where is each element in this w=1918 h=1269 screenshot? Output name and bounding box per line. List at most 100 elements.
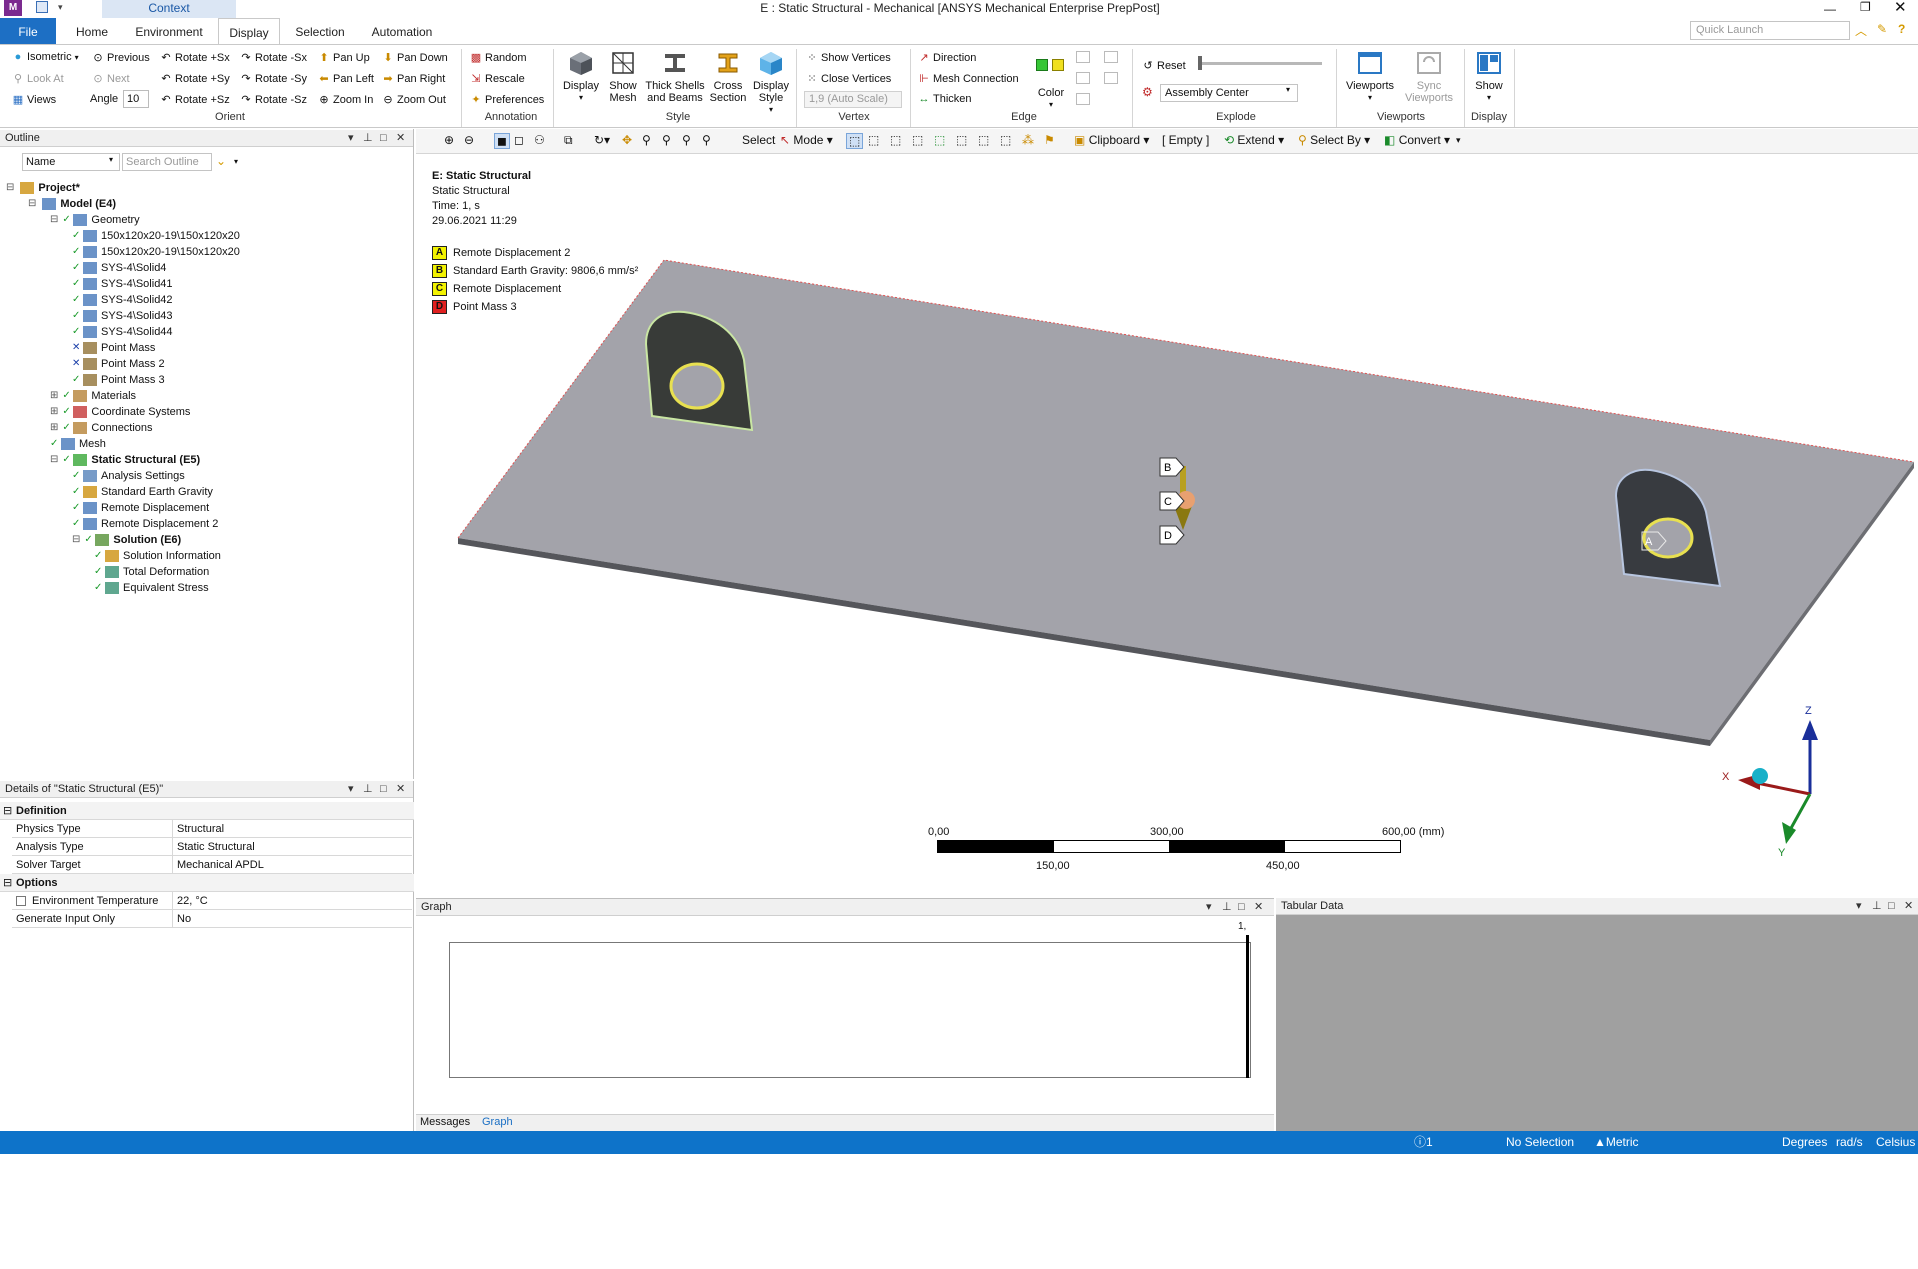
preferences-button[interactable]: ✦ Preferences xyxy=(470,93,544,107)
tree-item[interactable]: ✓ Remote Displacement 2 xyxy=(72,516,218,532)
tab-selection[interactable]: Selection xyxy=(288,18,352,44)
expand-icon[interactable]: ⊞ xyxy=(50,404,58,420)
rotate-plus-sx-button[interactable]: ↶ Rotate +Sx xyxy=(160,51,229,65)
explode-options-icon[interactable]: ⚙ xyxy=(1142,85,1156,99)
select-mesh-icon[interactable]: ⬚ xyxy=(1000,133,1011,147)
pin-icon[interactable]: ⊥ xyxy=(363,781,373,798)
tree-item[interactable]: ✓ 150x120x20-19\150x120x20 xyxy=(72,228,240,244)
clipboard-button[interactable]: ▣ Clipboard ▾ xyxy=(1074,133,1149,147)
close-icon[interactable]: ✕ xyxy=(396,781,405,798)
edge-option-icon[interactable] xyxy=(1076,72,1090,84)
close-icon[interactable]: ✕ xyxy=(396,130,405,147)
tree-item[interactable]: ⊞ ✓ Materials xyxy=(50,388,136,404)
next-button[interactable]: ⊙ Next xyxy=(92,72,129,86)
tree-item[interactable]: ✕ Point Mass 2 xyxy=(72,356,165,372)
minimize-icon[interactable]: — xyxy=(1824,2,1836,16)
parameter-checkbox[interactable] xyxy=(16,896,26,906)
tree-item[interactable]: ✕ Point Mass xyxy=(72,340,155,356)
maximize-icon[interactable]: □ xyxy=(380,781,387,798)
expand-icon[interactable]: ▾ xyxy=(234,157,238,166)
magnifier-icon[interactable]: ⚲ xyxy=(702,133,711,147)
rotate-plus-sy-button[interactable]: ↶ Rotate +Sy xyxy=(160,72,229,86)
pin-icon[interactable]: ⊥ xyxy=(1872,898,1882,915)
view-icon[interactable]: ⚇ xyxy=(534,133,545,147)
details-section-definition[interactable]: ⊟ Definition xyxy=(0,802,414,820)
pan-right-button[interactable]: ➡ Pan Right xyxy=(382,72,445,86)
tree-item[interactable]: ✓ 150x120x20-19\150x120x20 xyxy=(72,244,240,260)
chevron-up-icon[interactable]: ︿ xyxy=(1855,22,1867,39)
tree-item[interactable]: ✓ Point Mass 3 xyxy=(72,372,165,388)
select-edge-icon[interactable]: ⬚ xyxy=(868,133,879,147)
sync-viewports-button[interactable]: Sync Viewports xyxy=(1400,49,1458,104)
details-section-options[interactable]: ⊟ Options xyxy=(0,874,414,892)
save-icon[interactable] xyxy=(36,1,48,13)
collapse-icon[interactable]: ⊟ xyxy=(6,180,14,196)
look-at-button[interactable]: ⚲ Look At xyxy=(12,72,64,86)
tab-messages[interactable]: Messages xyxy=(420,1116,470,1128)
zoom-fit-icon[interactable]: ⚲ xyxy=(682,133,691,147)
isometric-button[interactable]: ● Isometric ▾ xyxy=(12,51,79,63)
rotate-view-icon[interactable]: ↻▾ xyxy=(594,133,610,147)
rotate-minus-sy-button[interactable]: ↷ Rotate -Sy xyxy=(240,72,307,86)
random-button[interactable]: ▩ Random xyxy=(470,51,527,65)
color-button[interactable]: Color ▾ xyxy=(1034,87,1068,111)
close-icon[interactable]: ✕ xyxy=(1904,898,1913,915)
tree-item[interactable]: ✓ Total Deformation xyxy=(94,564,209,580)
details-row-generate-input-only[interactable]: Generate Input Only No xyxy=(12,910,412,928)
select-face-icon[interactable]: ⬚ xyxy=(890,133,901,147)
select-vertex-icon[interactable]: ⬚ xyxy=(846,133,864,149)
rotate-minus-sz-button[interactable]: ↷ Rotate -Sz xyxy=(240,93,307,107)
pan-up-button[interactable]: ⬆ Pan Up xyxy=(318,51,369,65)
show-button[interactable]: Show ▾ xyxy=(1470,49,1508,104)
reset-button[interactable]: ↺ Reset xyxy=(1142,59,1185,73)
mesh-connection-button[interactable]: ⊩ Mesh Connection xyxy=(918,72,1018,86)
zoom-in-button[interactable]: ⊕ Zoom In xyxy=(318,93,373,107)
assembly-center-select[interactable]: Assembly Center xyxy=(1160,84,1298,102)
edge-option-icon[interactable] xyxy=(1076,93,1090,105)
thicken-button[interactable]: ↔ Thicken xyxy=(918,93,972,105)
zoom-icon[interactable]: ⚲ xyxy=(642,133,651,147)
edge-option-icon[interactable] xyxy=(1104,72,1118,84)
pan-icon[interactable]: ✥ xyxy=(622,133,632,147)
maximize-icon[interactable]: □ xyxy=(1238,899,1245,916)
tree-item[interactable]: ✓ Equivalent Stress xyxy=(94,580,209,596)
box-select-icon[interactable]: ⧉ xyxy=(564,133,573,148)
collapse-icon[interactable]: ⊟ xyxy=(50,452,58,468)
extend-button[interactable]: ⟲ Extend ▾ xyxy=(1224,133,1284,147)
select-element-icon[interactable]: ⬚ xyxy=(956,133,967,147)
explode-slider-handle[interactable] xyxy=(1198,56,1202,70)
select-tool-icon[interactable]: ⚑ xyxy=(1044,133,1055,147)
edge-option-icon[interactable] xyxy=(1076,51,1090,63)
show-vertices-button[interactable]: ⁘ Show Vertices xyxy=(806,51,890,65)
dropdown-icon[interactable]: ▾ xyxy=(1206,899,1212,916)
cross-section-button[interactable]: Cross Section xyxy=(708,49,748,104)
select-node-icon[interactable]: ⬚ xyxy=(934,133,945,147)
rescale-button[interactable]: ⇲ Rescale xyxy=(470,72,524,86)
units-selector[interactable]: ▲ Metric (mm, kg, N, s, mV, mA) xyxy=(1594,1131,1639,1264)
quick-access-dropdown-icon[interactable]: ▾ xyxy=(58,2,63,13)
tree-item[interactable]: ✓ Analysis Settings xyxy=(72,468,185,484)
dropdown-icon[interactable]: ▾ xyxy=(348,130,354,147)
graphics-viewport[interactable]: E: Static Structural Static Structural T… xyxy=(416,154,1918,898)
tab-file[interactable]: File xyxy=(0,18,56,44)
zoom-out-button[interactable]: ⊖ Zoom Out xyxy=(382,93,446,107)
edge-color-yellow-swatch[interactable] xyxy=(1052,59,1064,71)
wireframe-icon[interactable]: ◻ xyxy=(514,133,524,147)
tree-item[interactable]: ⊞ ✓ Connections xyxy=(50,420,153,436)
expand-icon[interactable]: ⊞ xyxy=(50,420,58,436)
details-row-analysis-type[interactable]: Analysis Type Static Structural xyxy=(12,838,412,856)
tree-item[interactable]: ⊟ ✓ Geometry xyxy=(50,212,140,228)
select-element-face-icon[interactable]: ⬚ xyxy=(978,133,989,147)
display-style-button[interactable]: Display Style ▾ xyxy=(750,49,792,116)
tree-item[interactable]: ✓ SYS-4\Solid42 xyxy=(72,292,173,308)
rotational-velocity-units[interactable]: rad/s xyxy=(1836,1131,1863,1154)
collapse-icon[interactable]: ⊟ xyxy=(28,196,36,212)
pin-icon[interactable]: ⊥ xyxy=(363,130,373,147)
restore-icon[interactable]: ❐ xyxy=(1860,0,1871,14)
triad-origin-ball[interactable] xyxy=(1752,768,1768,784)
pan-left-button[interactable]: ⬅ Pan Left xyxy=(318,72,374,86)
tab-environment[interactable]: Environment xyxy=(128,18,210,44)
temperature-units[interactable]: Celsius xyxy=(1876,1131,1915,1154)
tree-item[interactable]: ✓ SYS-4\Solid44 xyxy=(72,324,173,340)
dropdown-icon[interactable]: ▾ xyxy=(1856,898,1862,915)
